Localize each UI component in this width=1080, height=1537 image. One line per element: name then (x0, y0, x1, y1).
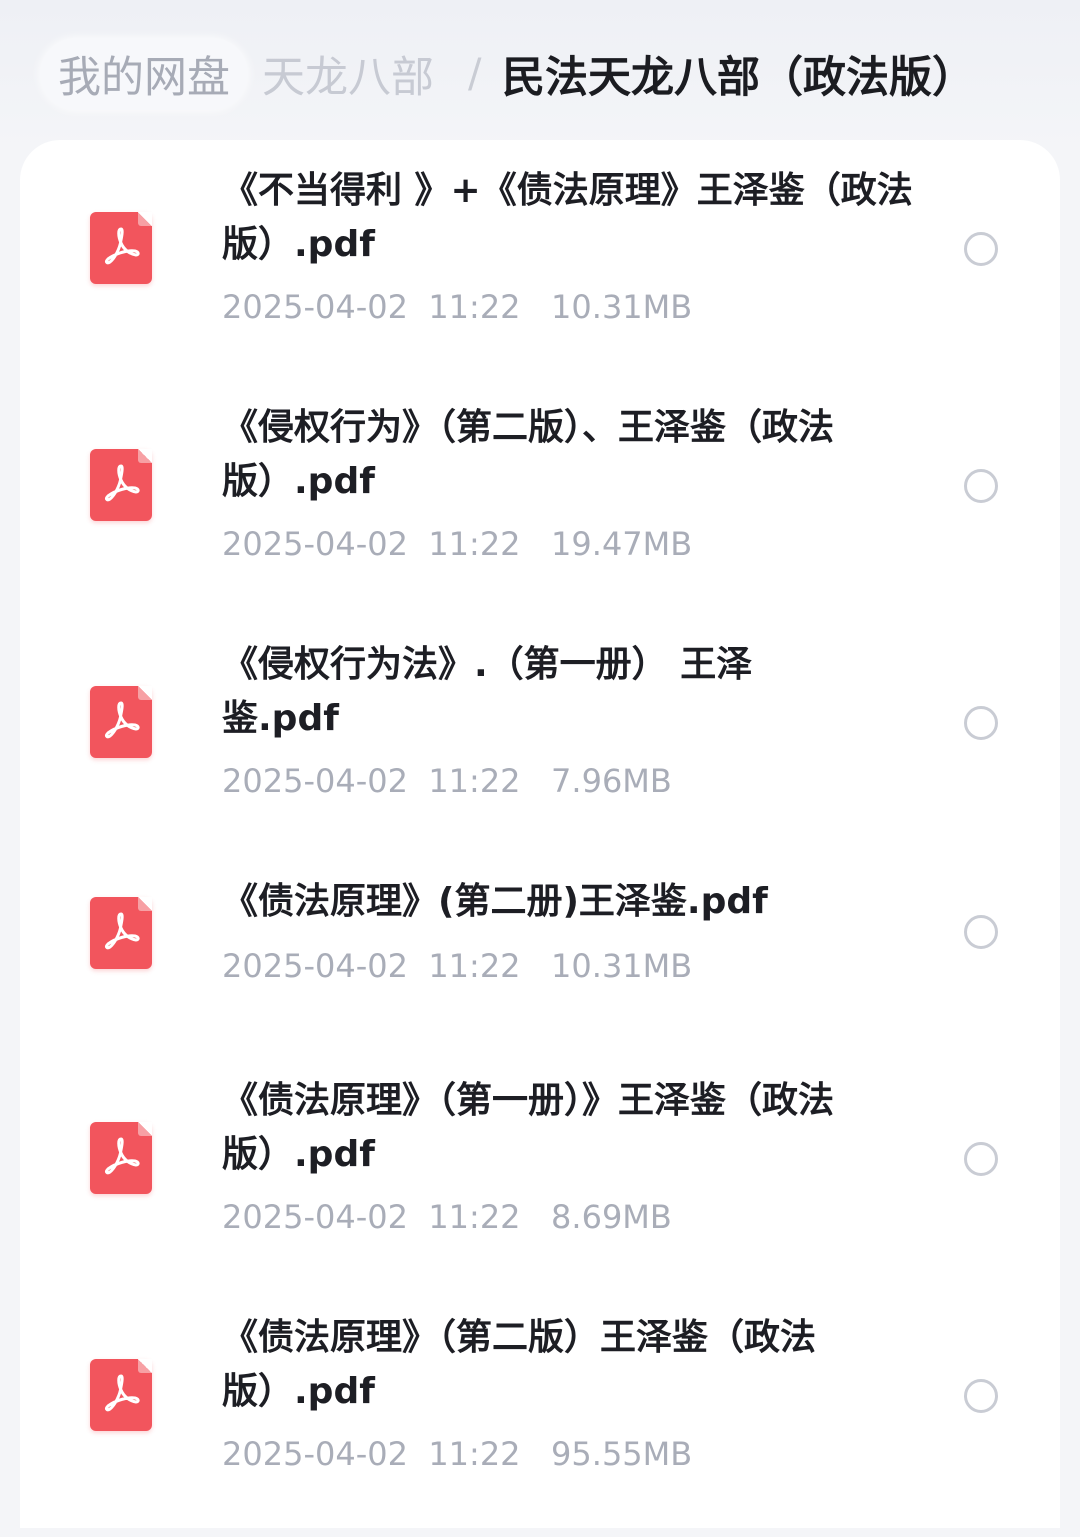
file-name[interactable]: 《债法原理》（第一册）》王泽鉴（政法版）.pdf (222, 1074, 942, 1182)
pdf-icon (90, 686, 152, 758)
pdf-icon (90, 449, 152, 521)
breadcrumb-separator: / (468, 51, 482, 97)
pdf-acrobat-glyph (105, 464, 140, 502)
pdf-acrobat-glyph (105, 701, 140, 739)
breadcrumb-current: 民法天龙八部（政法版） (502, 53, 975, 103)
select-radio[interactable] (964, 915, 998, 949)
pdf-icon (90, 212, 152, 284)
breadcrumb: 天龙八部 我的网盘 / 民法天龙八部（政法版） (0, 0, 1080, 150)
pdf-icon (90, 897, 152, 969)
breadcrumb-parent[interactable]: 天龙八部 (262, 38, 434, 110)
pdf-icon (90, 1122, 152, 1194)
select-radio[interactable] (964, 706, 998, 740)
file-name[interactable]: 《不当得利 》+《债法原理》王泽鉴（政法版）.pdf (222, 164, 942, 272)
file-meta: 2025-04-02 11:22 8.69MB (222, 1198, 672, 1236)
file-row[interactable]: 《不当得利 》+《债法原理》王泽鉴（政法版）.pdf 2025-04-02 11… (20, 160, 1060, 390)
file-size: 7.96MB (551, 762, 672, 800)
select-radio[interactable] (964, 232, 998, 266)
file-row[interactable]: 《侵权行为法》.（第一册） 王泽鉴.pdf 2025-04-02 11:22 7… (20, 634, 1060, 864)
file-time: 11:22 (428, 288, 521, 326)
file-meta: 2025-04-02 11:22 10.31MB (222, 288, 692, 326)
file-size: 8.69MB (551, 1198, 672, 1236)
file-size: 19.47MB (551, 525, 693, 563)
file-time: 11:22 (428, 1198, 521, 1236)
select-radio[interactable] (964, 1379, 998, 1413)
file-date: 2025-04-02 (222, 525, 408, 563)
file-time: 11:22 (428, 947, 521, 985)
pdf-acrobat-glyph (105, 227, 140, 265)
file-meta: 2025-04-02 11:22 19.47MB (222, 525, 692, 563)
file-size: 95.55MB (551, 1435, 693, 1473)
pdf-icon (90, 1359, 152, 1431)
file-meta: 2025-04-02 11:22 10.31MB (222, 947, 692, 985)
file-time: 11:22 (428, 762, 521, 800)
file-row[interactable]: 《侵权行为》（第二版）、王泽鉴（政法版）.pdf 2025-04-02 11:2… (20, 397, 1060, 627)
file-row[interactable]: 《债法原理》（第二版）王泽鉴（政法版）.pdf 2025-04-02 11:22… (20, 1307, 1060, 1537)
pdf-acrobat-glyph (105, 912, 140, 950)
file-list: 《不当得利 》+《债法原理》王泽鉴（政法版）.pdf 2025-04-02 11… (20, 140, 1060, 1528)
file-name[interactable]: 《债法原理》(第二册)王泽鉴.pdf (222, 875, 942, 929)
file-date: 2025-04-02 (222, 762, 408, 800)
file-meta: 2025-04-02 11:22 95.55MB (222, 1435, 692, 1473)
file-date: 2025-04-02 (222, 1198, 408, 1236)
file-meta: 2025-04-02 11:22 7.96MB (222, 762, 672, 800)
file-row[interactable]: 《债法原理》(第二册)王泽鉴.pdf 2025-04-02 11:22 10.3… (20, 871, 1060, 1056)
file-size: 10.31MB (551, 288, 693, 326)
file-date: 2025-04-02 (222, 288, 408, 326)
breadcrumb-root[interactable]: 我的网盘 (40, 38, 248, 110)
file-name[interactable]: 《侵权行为》（第二版）、王泽鉴（政法版）.pdf (222, 401, 942, 509)
file-date: 2025-04-02 (222, 1435, 408, 1473)
file-date: 2025-04-02 (222, 947, 408, 985)
file-time: 11:22 (428, 525, 521, 563)
file-row[interactable]: 《债法原理》（第一册）》王泽鉴（政法版）.pdf 2025-04-02 11:2… (20, 1070, 1060, 1300)
file-time: 11:22 (428, 1435, 521, 1473)
select-radio[interactable] (964, 469, 998, 503)
pdf-acrobat-glyph (105, 1374, 140, 1412)
select-radio[interactable] (964, 1142, 998, 1176)
file-name[interactable]: 《债法原理》（第二版）王泽鉴（政法版）.pdf (222, 1311, 942, 1419)
file-size: 10.31MB (551, 947, 693, 985)
pdf-acrobat-glyph (105, 1137, 140, 1175)
file-name[interactable]: 《侵权行为法》.（第一册） 王泽鉴.pdf (222, 638, 842, 746)
